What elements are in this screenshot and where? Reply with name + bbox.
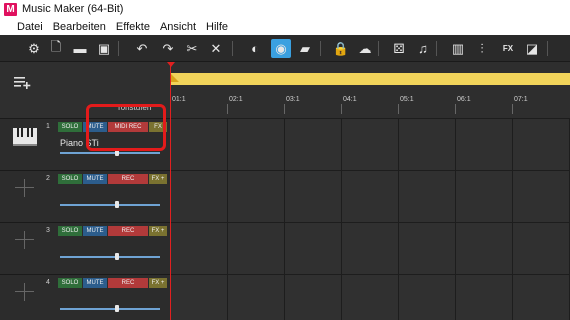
timeline-marker: 04:1 xyxy=(343,96,357,103)
mute-button[interactable]: MUTE xyxy=(83,278,107,288)
timeline-tick xyxy=(284,104,285,114)
timeline-tick xyxy=(341,104,342,114)
add-track-icon[interactable] xyxy=(14,76,32,90)
menu-bearbeiten[interactable]: Bearbeiten xyxy=(48,21,111,33)
timeline-marker: 03:1 xyxy=(286,96,300,103)
empty-instrument-icon[interactable] xyxy=(12,229,38,251)
volume-slider-knob[interactable] xyxy=(115,305,119,312)
menu-bar: Datei Bearbeiten Effekte Ansicht Hilfe xyxy=(0,18,570,35)
loop-start-handle[interactable] xyxy=(170,73,179,82)
record-button[interactable]: REC xyxy=(108,226,148,236)
redo-icon[interactable]: ↷ xyxy=(158,39,178,58)
record-button[interactable]: REC xyxy=(108,174,148,184)
track-lane[interactable] xyxy=(170,222,570,274)
menu-hilfe[interactable]: Hilfe xyxy=(201,21,233,33)
volume-slider[interactable] xyxy=(60,253,160,260)
timeline-tick xyxy=(398,104,399,114)
timeline-marker: 07:1 xyxy=(514,96,528,103)
track-number: 4 xyxy=(46,279,50,286)
open-folder-icon[interactable]: ▬ xyxy=(70,39,90,58)
toolbar-separator xyxy=(118,41,119,56)
timeline-marker: 01:1 xyxy=(172,96,186,103)
track-number: 2 xyxy=(46,175,50,182)
fx-icon[interactable]: FX xyxy=(498,39,518,58)
track-lane[interactable] xyxy=(170,170,570,222)
track-name-text: Piano xyxy=(60,138,84,148)
track-header-2[interactable]: 2 SOLO MUTE REC FX + xyxy=(0,170,170,222)
media-pool-icon[interactable]: ▰ xyxy=(295,39,315,58)
volume-slider-knob[interactable] xyxy=(115,253,119,260)
annotation-highlight-box xyxy=(86,104,166,151)
app-logo-icon: M xyxy=(4,2,17,16)
track-header-4[interactable]: 4 SOLO MUTE REC FX + xyxy=(0,274,170,320)
timeline-marker: 05:1 xyxy=(400,96,414,103)
save-disk-icon[interactable]: ▣ xyxy=(94,39,114,58)
solo-button[interactable]: SOLO xyxy=(58,122,82,132)
timeline-marker: 06:1 xyxy=(457,96,471,103)
mute-button[interactable]: MUTE xyxy=(83,174,107,184)
timeline-tick xyxy=(455,104,456,114)
timeline-ruler[interactable] xyxy=(170,62,570,118)
toolbar-separator xyxy=(547,41,548,56)
menu-effekte[interactable]: Effekte xyxy=(111,21,155,33)
empty-instrument-icon[interactable] xyxy=(12,281,38,303)
solo-button[interactable]: SOLO xyxy=(58,226,82,236)
toolbar-separator xyxy=(378,41,379,56)
volume-slider[interactable] xyxy=(60,201,160,208)
new-file-icon[interactable]: 🗋 xyxy=(46,39,66,58)
fx-button[interactable]: FX + xyxy=(149,278,167,288)
loop-icon[interactable]: ◉ xyxy=(271,39,291,58)
record-button[interactable]: REC xyxy=(108,278,148,288)
toolbar-separator xyxy=(232,41,233,56)
toolbar-separator xyxy=(320,41,321,56)
track-header-3[interactable]: 3 SOLO MUTE REC FX + xyxy=(0,222,170,274)
mastering-icon[interactable]: ◪ xyxy=(522,39,542,58)
undo-icon[interactable]: ↶ xyxy=(132,39,152,58)
track-lane[interactable] xyxy=(170,118,570,170)
timeline-tick xyxy=(227,104,228,114)
solo-button[interactable]: SOLO xyxy=(58,278,82,288)
fx-button[interactable]: FX + xyxy=(149,226,167,236)
music-maker-window: M Music Maker (64-Bit) Datei Bearbeiten … xyxy=(0,0,570,320)
mixer-icon[interactable]: ⫶ xyxy=(472,39,492,58)
volume-slider-knob[interactable] xyxy=(115,201,119,208)
menu-ansicht[interactable]: Ansicht xyxy=(155,21,201,33)
snap-icon[interactable]: ◐ xyxy=(245,39,265,58)
toolbar: ⚙ 🗋 ▬ ▣ ↶ ↷ ✂ ✕ ◐ ◉ ▰ 🔒 ☁ ⚄ ♫ ▥ ⫶ FX ◪ xyxy=(0,35,570,62)
shop-bag-icon[interactable]: 🔒 xyxy=(331,39,351,58)
mute-button[interactable]: MUTE xyxy=(83,226,107,236)
solo-button[interactable]: SOLO xyxy=(58,174,82,184)
volume-slider[interactable] xyxy=(60,305,160,312)
timeline-tick xyxy=(512,104,513,114)
empty-instrument-icon[interactable] xyxy=(12,177,38,199)
volume-slider[interactable] xyxy=(60,149,160,156)
loop-range-bar[interactable] xyxy=(170,73,570,85)
menu-datei[interactable]: Datei xyxy=(0,21,48,33)
track-lane[interactable] xyxy=(170,274,570,320)
toolbar-separator xyxy=(436,41,437,56)
fx-button[interactable]: FX + xyxy=(149,174,167,184)
title-bar: M Music Maker (64-Bit) xyxy=(0,0,570,18)
cloud-upload-icon[interactable]: ☁ xyxy=(355,39,375,58)
dice-icon[interactable]: ⚄ xyxy=(389,39,409,58)
delete-x-icon[interactable]: ✕ xyxy=(206,39,226,58)
track-number: 1 xyxy=(46,123,50,130)
window-title: Music Maker (64-Bit) xyxy=(22,3,124,15)
settings-gear-icon[interactable]: ⚙ xyxy=(24,39,44,58)
track-number: 3 xyxy=(46,227,50,234)
piano-instrument-icon[interactable] xyxy=(12,125,38,147)
music-note-icon[interactable]: ♫ xyxy=(413,39,433,58)
timeline-marker: 02:1 xyxy=(229,96,243,103)
playhead-marker[interactable] xyxy=(167,62,175,67)
cut-scissors-icon[interactable]: ✂ xyxy=(182,39,202,58)
playhead-line[interactable] xyxy=(170,64,171,320)
keyboard-icon[interactable]: ▥ xyxy=(448,39,468,58)
